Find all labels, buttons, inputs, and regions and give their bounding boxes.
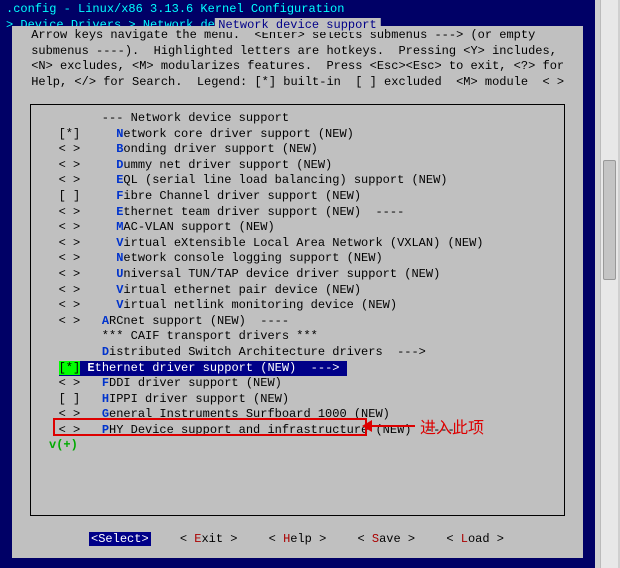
vertical-scrollbar[interactable] bbox=[600, 0, 618, 568]
menu-item[interactable]: < > Network console logging support (NEW… bbox=[35, 251, 560, 267]
load-button[interactable]: < Load > bbox=[444, 532, 506, 546]
menu-item[interactable]: < > General Instruments Surfboard 1000 (… bbox=[35, 407, 560, 423]
menu-item[interactable]: [ ] Fibre Channel driver support (NEW) bbox=[35, 189, 560, 205]
more-indicator: v(+) bbox=[35, 438, 560, 452]
section-title: Network device support bbox=[214, 18, 380, 32]
help-text: Arrow keys navigate the menu. <Enter> se… bbox=[12, 26, 583, 90]
scrollbar-thumb[interactable] bbox=[603, 160, 616, 280]
menu-item[interactable]: [*] Ethernet driver support (NEW) ---> bbox=[35, 361, 560, 377]
menu-item[interactable]: < > ARCnet support (NEW) ---- bbox=[35, 314, 560, 330]
menu-item[interactable]: < > Ethernet team driver support (NEW) -… bbox=[35, 205, 560, 221]
button-bar: <Select> < Exit > < Help > < Save > < Lo… bbox=[12, 532, 583, 546]
save-button[interactable]: < Save > bbox=[356, 532, 418, 546]
menu-item[interactable]: < > Virtual eXtensible Local Area Networ… bbox=[35, 236, 560, 252]
dialog-box: Network device support Arrow keys naviga… bbox=[12, 26, 583, 558]
menu-item[interactable]: --- Network device support bbox=[35, 111, 560, 127]
menu-item[interactable]: < > PHY Device support and infrastructur… bbox=[35, 423, 560, 439]
terminal-window: .config - Linux/x86 3.13.6 Kernel Config… bbox=[0, 0, 595, 568]
exit-button[interactable]: < Exit > bbox=[178, 532, 240, 546]
menu-item[interactable]: [ ] HIPPI driver support (NEW) bbox=[35, 392, 560, 408]
menu-item[interactable]: < > Virtual ethernet pair device (NEW) bbox=[35, 283, 560, 299]
menu-list-box: --- Network device support [*] Network c… bbox=[30, 104, 565, 516]
menu-item[interactable]: < > MAC-VLAN support (NEW) bbox=[35, 220, 560, 236]
menu-item[interactable]: < > Dummy net driver support (NEW) bbox=[35, 158, 560, 174]
menu-item[interactable]: < > Virtual netlink monitoring device (N… bbox=[35, 298, 560, 314]
menu-item[interactable]: [*] Network core driver support (NEW) bbox=[35, 127, 560, 143]
menu-item[interactable]: < > Universal TUN/TAP device driver supp… bbox=[35, 267, 560, 283]
menu-item[interactable]: *** CAIF transport drivers *** bbox=[35, 329, 560, 345]
menu-item[interactable]: < > FDDI driver support (NEW) bbox=[35, 376, 560, 392]
window-title: .config - Linux/x86 3.13.6 Kernel Config… bbox=[0, 0, 595, 18]
menu-item[interactable]: < > Bonding driver support (NEW) bbox=[35, 142, 560, 158]
menu-item[interactable]: < > EQL (serial line load balancing) sup… bbox=[35, 173, 560, 189]
select-button[interactable]: <Select> bbox=[89, 532, 151, 546]
menu-item[interactable]: Distributed Switch Architecture drivers … bbox=[35, 345, 560, 361]
help-button[interactable]: < Help > bbox=[267, 532, 329, 546]
menu-list[interactable]: --- Network device support [*] Network c… bbox=[35, 111, 560, 438]
